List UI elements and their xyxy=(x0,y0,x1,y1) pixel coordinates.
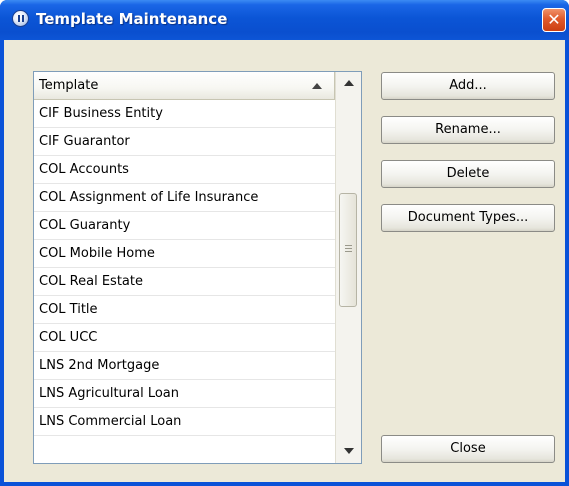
template-list-item[interactable]: COL Mobile Home xyxy=(34,240,335,268)
template-list-item[interactable]: COL Real Estate xyxy=(34,268,335,296)
vertical-scrollbar[interactable] xyxy=(335,72,361,463)
sort-ascending-icon xyxy=(312,83,322,89)
grip-line-icon xyxy=(345,248,352,249)
template-list-item[interactable]: CIF Guarantor xyxy=(34,128,335,156)
template-list-item[interactable]: COL Accounts xyxy=(34,156,335,184)
scrollbar-thumb[interactable] xyxy=(339,193,357,307)
delete-button[interactable]: Delete xyxy=(381,160,555,188)
template-list-item[interactable]: COL Guaranty xyxy=(34,212,335,240)
grip-line-icon xyxy=(345,251,352,252)
grip-line-icon xyxy=(345,245,352,246)
app-pause-icon xyxy=(12,10,29,27)
add-button[interactable]: Add... xyxy=(381,72,555,100)
title-bar[interactable]: Template Maintenance ✕ xyxy=(0,0,569,40)
close-button[interactable]: Close xyxy=(381,435,555,463)
scroll-down-button[interactable] xyxy=(340,442,358,460)
close-icon: ✕ xyxy=(547,10,561,29)
template-list-item[interactable]: LNS Agricultural Loan xyxy=(34,380,335,408)
template-list-item[interactable]: CIF Business Entity xyxy=(34,100,335,128)
template-maintenance-window: Template Maintenance ✕ Template CIF Busi… xyxy=(0,0,569,486)
column-header-label: Template xyxy=(39,78,99,93)
template-list-item[interactable]: COL Title xyxy=(34,296,335,324)
template-list[interactable]: Template CIF Business Entity CIF Guaranto… xyxy=(33,71,362,464)
template-list-item[interactable]: COL Assignment of Life Insurance xyxy=(34,184,335,212)
scroll-up-button[interactable] xyxy=(340,75,358,93)
rename-button[interactable]: Rename... xyxy=(381,116,555,144)
window-close-button[interactable]: ✕ xyxy=(542,8,566,32)
template-list-item[interactable]: LNS Commercial Loan xyxy=(34,408,335,436)
template-list-item[interactable]: LNS 2nd Mortgage xyxy=(34,352,335,380)
dialog-body: Template CIF Business Entity CIF Guaranto… xyxy=(4,40,565,482)
template-list-item[interactable]: COL UCC xyxy=(34,324,335,352)
arrow-up-icon xyxy=(344,80,354,86)
window-title: Template Maintenance xyxy=(36,10,228,28)
template-column-header[interactable]: Template xyxy=(34,72,335,100)
arrow-down-icon xyxy=(344,448,354,454)
template-rows: CIF Business Entity CIF Guarantor COL Acco… xyxy=(34,100,335,436)
document-types-button[interactable]: Document Types... xyxy=(381,204,555,232)
